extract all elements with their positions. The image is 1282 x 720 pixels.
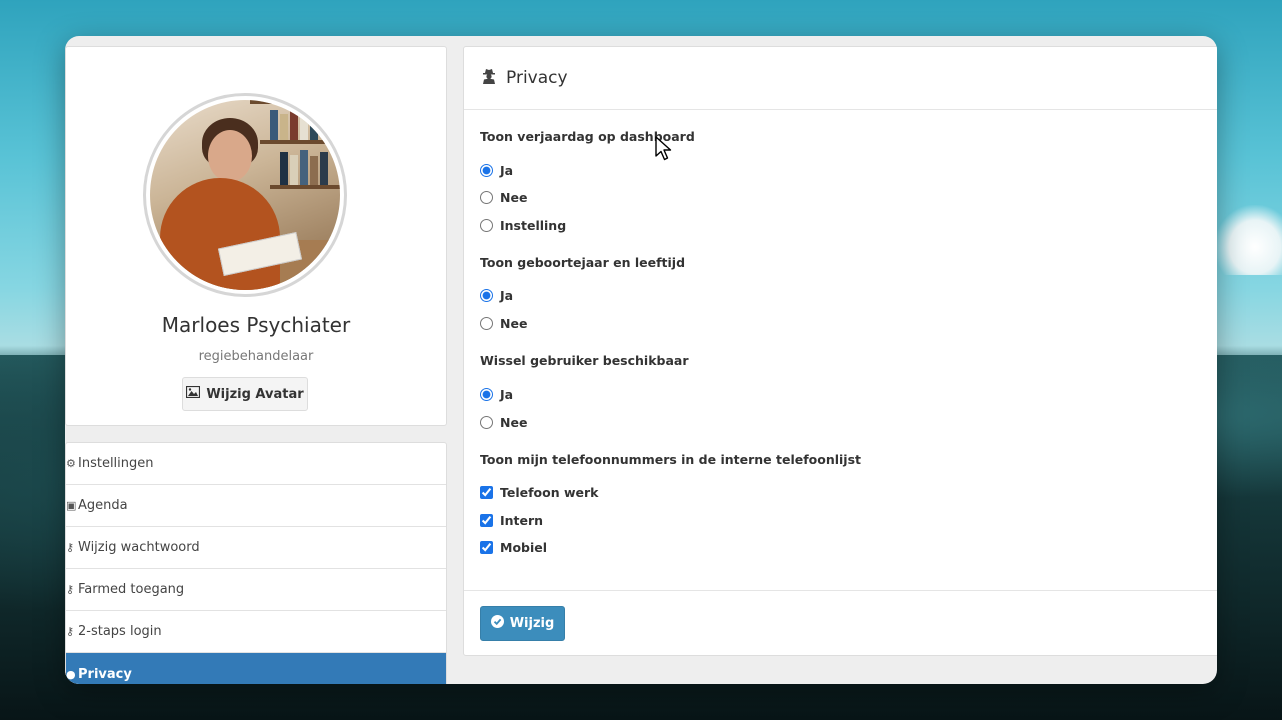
check-circle-icon bbox=[490, 615, 504, 632]
switch-user-option-ja[interactable]: Ja bbox=[480, 387, 513, 402]
nav-item-label: Wijzig wachtwoord bbox=[78, 540, 200, 555]
option-label: Nee bbox=[500, 415, 528, 430]
mouse-cursor-icon bbox=[655, 136, 672, 161]
privacy-panel: Privacy Toon verjaardag op dashboard Ja … bbox=[463, 46, 1217, 656]
page-title: Privacy bbox=[506, 68, 568, 88]
birthday-option-instelling[interactable]: Instelling bbox=[480, 218, 566, 233]
birthyear-option-ja[interactable]: Ja bbox=[480, 288, 513, 303]
nav-item-2-staps-login[interactable]: ⚷ 2-staps login bbox=[66, 611, 446, 653]
option-label: Nee bbox=[500, 190, 528, 205]
phone-option-mobiel[interactable]: Mobiel bbox=[480, 540, 547, 555]
cogs-icon: ⚙ bbox=[66, 457, 76, 470]
birthday-option-nee[interactable]: Nee bbox=[480, 190, 527, 205]
option-label: Intern bbox=[500, 513, 544, 528]
nav-item-instellingen[interactable]: ⚙ Instellingen bbox=[66, 443, 446, 485]
option-label: Mobiel bbox=[500, 540, 548, 555]
settings-nav: ⚙ Instellingen ▣ Agenda ⚷ Wijzig wachtwo… bbox=[65, 442, 447, 684]
birthday-option-ja[interactable]: Ja bbox=[480, 163, 513, 178]
user-secret-icon bbox=[482, 68, 496, 89]
submit-button[interactable]: Wijzig bbox=[480, 606, 565, 641]
phone-option-intern[interactable]: Intern bbox=[480, 513, 543, 528]
option-label: Ja bbox=[500, 288, 514, 303]
option-label: Ja bbox=[500, 163, 514, 178]
key-icon: ⚷ bbox=[66, 625, 75, 638]
privacy-header: Privacy bbox=[464, 47, 1217, 110]
nav-item-label: Farmed toegang bbox=[78, 582, 185, 597]
nav-item-label: 2-staps login bbox=[78, 624, 162, 639]
background-cloud bbox=[1215, 205, 1282, 275]
switch-user-radio-ja[interactable] bbox=[480, 388, 493, 401]
nav-item-farmed-toegang[interactable]: ⚷ Farmed toegang bbox=[66, 569, 446, 611]
nav-item-privacy[interactable]: ● Privacy bbox=[66, 653, 446, 684]
birthday-radio-nee[interactable] bbox=[480, 191, 493, 204]
nav-item-label: Instellingen bbox=[78, 456, 154, 471]
option-label: Nee bbox=[500, 316, 528, 331]
key-icon: ⚷ bbox=[66, 583, 75, 596]
change-avatar-label: Wijzig Avatar bbox=[206, 386, 304, 402]
birthday-radio-instelling[interactable] bbox=[480, 219, 493, 232]
nav-item-wijzig-wachtwoord[interactable]: ⚷ Wijzig wachtwoord bbox=[66, 527, 446, 569]
calendar-icon: ▣ bbox=[66, 499, 77, 512]
switch-user-option-nee[interactable]: Nee bbox=[480, 415, 527, 430]
birthyear-radio-nee[interactable] bbox=[480, 317, 493, 330]
phone-option-werk[interactable]: Telefoon werk bbox=[480, 485, 598, 500]
phone-checkbox-mobiel[interactable] bbox=[480, 541, 493, 554]
user-secret-icon: ● bbox=[66, 667, 76, 681]
birthday-radio-ja[interactable] bbox=[480, 164, 493, 177]
switch-user-label: Wissel gebruiker beschikbaar bbox=[480, 353, 689, 368]
birthyear-option-nee[interactable]: Nee bbox=[480, 316, 527, 331]
nav-item-agenda[interactable]: ▣ Agenda bbox=[66, 485, 446, 527]
avatar bbox=[143, 93, 347, 297]
app-window: Marloes Psychiater regiebehandelaar Wijz… bbox=[65, 36, 1217, 684]
key-icon: ⚷ bbox=[66, 541, 75, 554]
profile-role: regiebehandelaar bbox=[198, 349, 314, 364]
profile-card: Marloes Psychiater regiebehandelaar Wijz… bbox=[65, 46, 447, 426]
privacy-footer: Wijzig bbox=[464, 590, 1217, 657]
phone-checkbox-werk[interactable] bbox=[480, 486, 493, 499]
image-icon bbox=[186, 385, 201, 402]
phone-checkbox-intern[interactable] bbox=[480, 514, 493, 527]
birthyear-radio-ja[interactable] bbox=[480, 289, 493, 302]
option-label: Instelling bbox=[500, 218, 567, 233]
submit-label: Wijzig bbox=[509, 616, 555, 631]
option-label: Ja bbox=[500, 387, 514, 402]
birthyear-label: Toon geboortejaar en leeftijd bbox=[480, 255, 686, 270]
nav-item-label: Privacy bbox=[78, 666, 132, 682]
nav-item-label: Agenda bbox=[78, 498, 128, 513]
profile-name: Marloes Psychiater bbox=[161, 313, 351, 337]
option-label: Telefoon werk bbox=[500, 485, 599, 500]
change-avatar-button[interactable]: Wijzig Avatar bbox=[182, 377, 308, 411]
switch-user-radio-nee[interactable] bbox=[480, 416, 493, 429]
avatar-photo bbox=[150, 100, 340, 290]
phones-label: Toon mijn telefoonnummers in de interne … bbox=[480, 452, 861, 467]
